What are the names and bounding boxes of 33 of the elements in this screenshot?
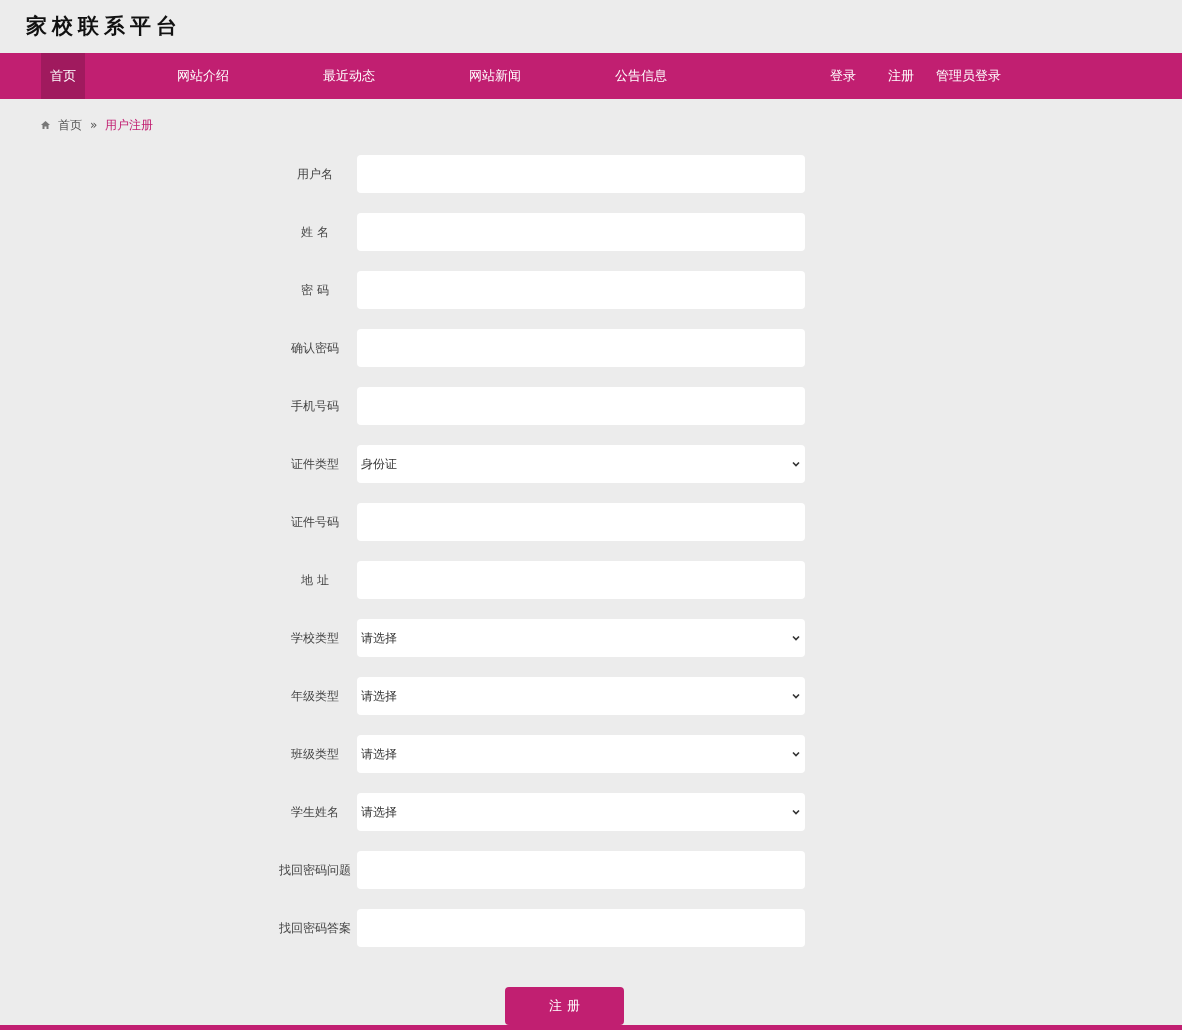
field-label: 班级类型 (290, 745, 340, 763)
field-label: 确认密码 (290, 339, 340, 357)
nav-link[interactable]: 公告信息 (568, 53, 714, 100)
select-field[interactable]: 请选择 (357, 793, 805, 832)
register-button[interactable]: 注 册 (505, 987, 624, 1026)
nav-link[interactable]: 最近动态 (276, 53, 422, 100)
field-label: 证件类型 (290, 455, 340, 473)
field-label: 用户名 (296, 165, 334, 183)
field-label: 密 码 (300, 281, 330, 299)
field-label: 学校类型 (290, 629, 340, 647)
field-label: 年级类型 (290, 687, 340, 705)
field-label: 证件号码 (290, 513, 340, 531)
field-label: 手机号码 (290, 397, 340, 415)
nav-link[interactable]: 管理员登录 (930, 53, 1007, 100)
field-label: 地 址 (300, 571, 330, 589)
select-field[interactable]: 请选择 (357, 677, 805, 716)
field-label: 学生姓名 (290, 803, 340, 821)
site-title: 家校联系平台 (26, 13, 182, 41)
select-field[interactable]: 请选择 (357, 619, 805, 658)
home-icon (41, 121, 50, 130)
nav-link[interactable]: 注册 (872, 53, 930, 100)
nav-link[interactable]: 登录 (814, 53, 872, 100)
breadcrumb-current: 用户注册 (105, 116, 154, 134)
nav-link[interactable]: 网站介绍 (130, 53, 276, 100)
field-label: 姓 名 (300, 223, 330, 241)
breadcrumb-link[interactable]: 首页 (58, 116, 82, 134)
select-field[interactable]: 请选择 (357, 735, 805, 774)
breadcrumb-separator: » (90, 118, 98, 133)
field-label: 找回密码问题 (278, 861, 352, 879)
select-field[interactable]: 身份证 (357, 445, 805, 484)
nav-link[interactable]: 网站新闻 (422, 53, 568, 100)
field-label: 找回密码答案 (278, 919, 352, 937)
nav-link[interactable]: 首页 (41, 53, 85, 100)
